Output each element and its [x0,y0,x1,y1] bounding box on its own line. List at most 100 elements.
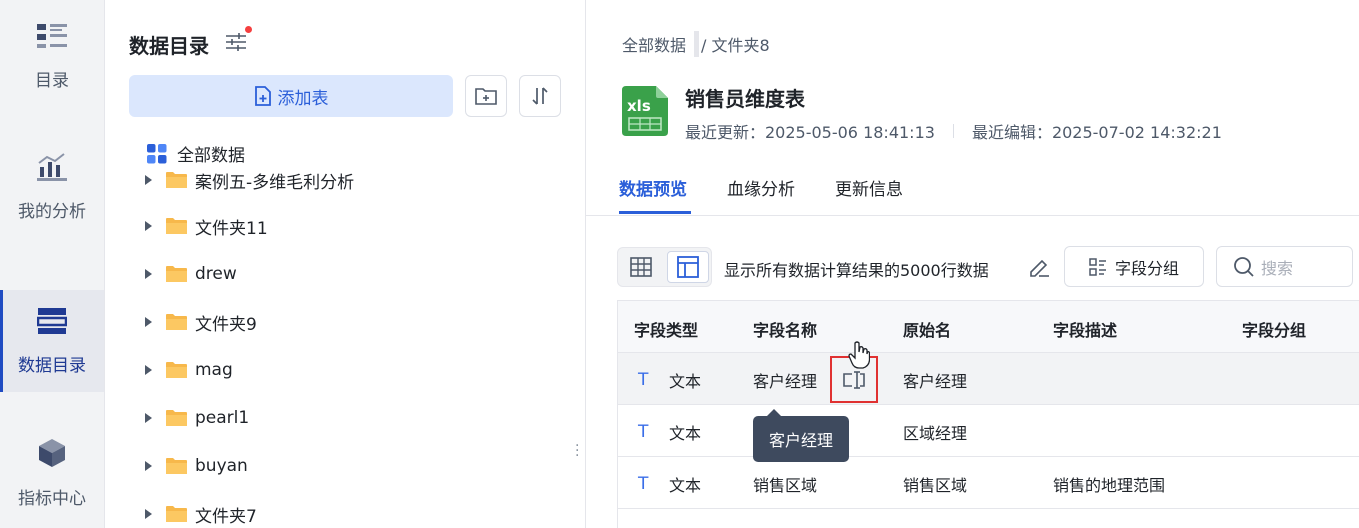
tree-folder[interactable]: 文件夹7 [145,490,257,528]
breadcrumb: 全部数据 / 文件夹8 [622,31,770,57]
search-input[interactable]: 搜索 [1216,246,1353,287]
folder-icon [166,458,187,474]
view-toggle [617,247,712,287]
tab-data-preview[interactable]: 数据预览 [619,175,687,200]
catalog-panel: 数据目录 添加表 全部数据 案例五-多维毛利分析 文件夹11 drew 文件夹9… [105,0,586,528]
search-icon [1234,256,1254,277]
main-content: 全部数据 / 文件夹8 xls 销售员维度表 最近更新：2025-05-06 1… [586,0,1359,528]
tree-folder[interactable]: buyan [145,442,248,490]
nav-label: 目录 [35,70,69,91]
expand-arrow-icon[interactable] [145,317,152,327]
tree-folder-label: pearl1 [195,408,250,428]
folder-icon [166,362,187,378]
tree-folder-label: drew [195,264,237,284]
add-table-button[interactable]: 添加表 [129,75,453,117]
svg-text:xls: xls [627,97,651,115]
tree-folder[interactable]: pearl1 [145,394,249,442]
folder-tree: 案例五-多维毛利分析 文件夹11 drew 文件夹9 mag pearl1 bu… [105,166,585,528]
tab-update-info[interactable]: 更新信息 [835,175,903,200]
edit-icon[interactable] [1028,256,1050,278]
tab-lineage-analysis[interactable]: 血缘分析 [727,175,795,200]
meta-divider [952,124,954,138]
expand-arrow-icon[interactable] [145,509,152,519]
column-header: 字段名称 [753,321,818,340]
column-header: 字段描述 [1053,321,1118,340]
database-icon [37,307,67,334]
nav-label: 我的分析 [18,201,86,222]
expand-arrow-icon[interactable] [145,413,152,423]
nav-item-metrics-center[interactable]: 指标中心 [0,422,104,524]
folder-icon [166,314,187,330]
expand-arrow-icon[interactable] [145,175,152,185]
folder-icon [166,172,187,188]
group-list-icon [1089,257,1106,276]
text-type-icon: Т [638,422,649,442]
tree-folder[interactable]: mag [145,346,233,394]
hand-cursor-icon [848,341,870,369]
search-placeholder: 搜索 [1261,258,1294,278]
tree-folder-label: 文件夹7 [195,506,257,527]
new-folder-button[interactable] [465,75,507,117]
panel-resize-handle[interactable]: · · · [575,439,579,463]
field-description: 销售的地理范围 [1053,476,1166,495]
field-name: 客户经理 [753,372,818,391]
expand-arrow-icon[interactable] [145,461,152,471]
nav-item-data-catalog[interactable]: 数据目录 [0,290,104,392]
expand-arrow-icon[interactable] [145,221,152,231]
folder-icon [166,410,187,426]
table-name: 销售员维度表 [685,87,805,111]
original-name: 客户经理 [903,372,968,391]
list-icon [37,23,67,48]
field-table: 字段类型 字段名称 原始名 字段描述 字段分组 Т 文本 客户经理 客户经理 Т… [617,300,1359,528]
tooltip: 客户经理 [753,409,849,462]
tree-folder-label: 文件夹11 [195,218,268,239]
left-nav: 目录 我的分析 数据目录 指标中心 [0,0,105,528]
field-group-button[interactable]: 字段分组 [1064,246,1204,287]
nav-label: 数据目录 [18,355,86,376]
all-data-item[interactable]: 全部数据 [147,141,245,166]
table-row[interactable]: Т 文本 销售区域 销售区域 销售的地理范围 [618,457,1359,509]
original-name: 销售区域 [903,476,968,495]
notification-dot [245,26,252,33]
column-header: 字段类型 [634,321,699,340]
tree-folder[interactable]: drew [145,250,237,298]
tree-folder[interactable]: 文件夹11 [145,202,268,250]
column-header: 原始名 [903,321,952,340]
table-row[interactable]: Т 文本 客户经理 客户经理 [618,353,1359,405]
tree-folder[interactable]: 文件夹9 [145,298,257,346]
tree-folder-label: buyan [195,456,248,476]
column-header: 字段分组 [1242,321,1307,340]
row-limit-text: 显示所有数据计算结果的5000行数据 [724,261,989,280]
grid-view-icon [630,257,652,277]
nav-item-catalog[interactable]: 目录 [0,5,104,107]
sort-icon [532,87,548,105]
grid-apps-icon [147,143,167,163]
sort-button[interactable] [519,75,561,117]
folder-plus-icon [475,88,497,105]
all-data-label: 全部数据 [177,146,245,166]
table-header: 字段类型 字段名称 原始名 字段描述 字段分组 [618,301,1359,353]
last-update: 最近更新：2025-05-06 18:41:13 [685,123,935,142]
field-type: 文本 [669,372,702,391]
field-name: 销售区域 [753,476,818,495]
text-type-icon: Т [638,370,649,390]
bar-chart-icon [37,152,67,181]
field-type: 文本 [669,476,702,495]
table-meta: 最近更新：2025-05-06 18:41:13 最近编辑：2025-07-02… [685,119,1222,143]
table-row[interactable]: Т 文本 区域经理 [618,405,1359,457]
breadcrumb-root[interactable]: 全部数据 [622,32,686,56]
breadcrumb-separator [694,31,700,57]
add-table-label: 添加表 [277,88,329,109]
field-view-button[interactable] [667,251,709,283]
tree-folder[interactable]: 案例五-多维毛利分析 [145,166,354,204]
filter-settings-icon[interactable] [226,33,246,51]
folder-icon [166,218,187,234]
expand-arrow-icon[interactable] [145,269,152,279]
field-group-label: 字段分组 [1114,258,1179,278]
original-name: 区域经理 [903,424,968,443]
nav-item-my-analysis[interactable]: 我的分析 [0,136,104,238]
catalog-title: 数据目录 [129,34,209,58]
active-tab-indicator [619,211,691,214]
grid-view-button[interactable] [620,251,662,283]
expand-arrow-icon[interactable] [145,365,152,375]
